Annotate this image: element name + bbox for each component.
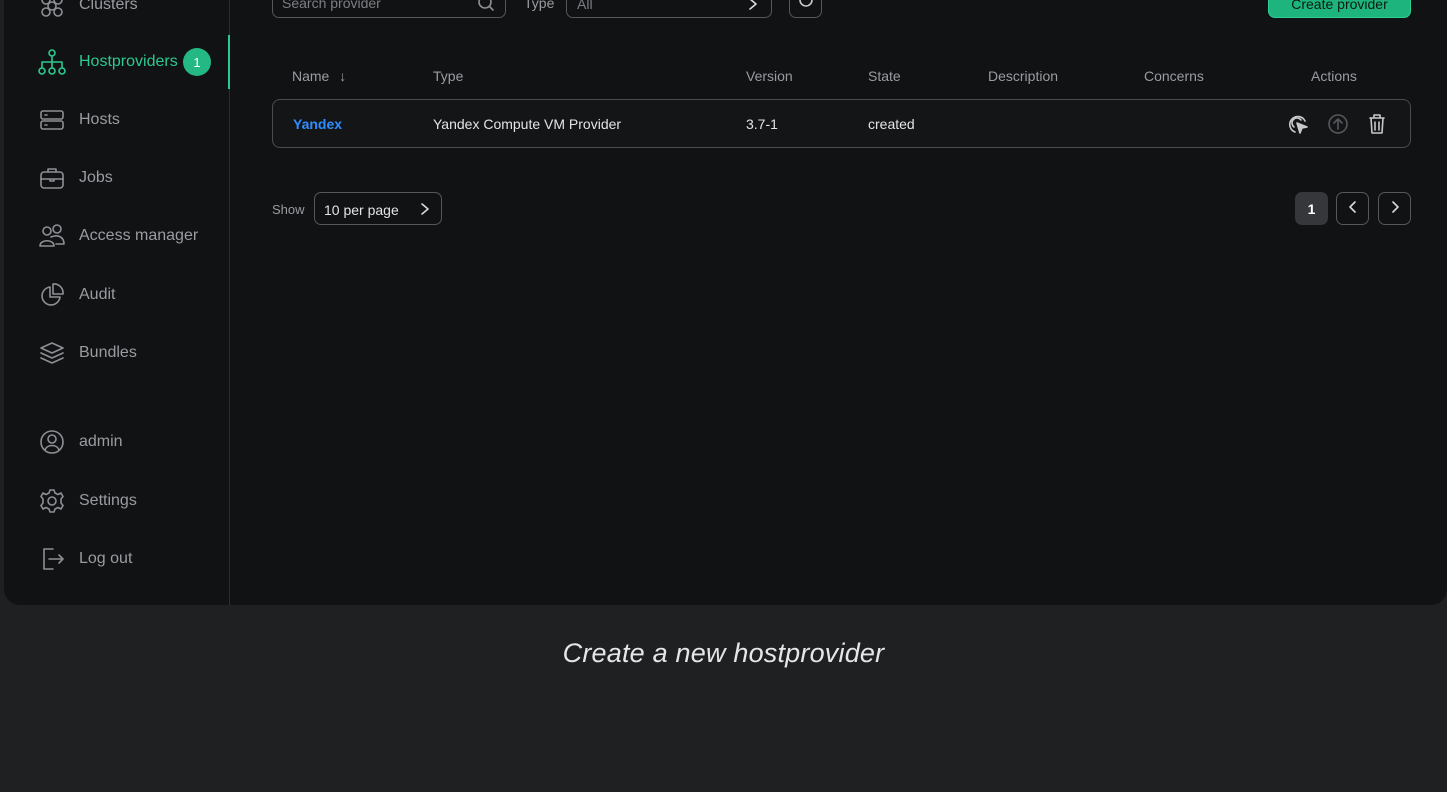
table-row: Yandex Yandex Compute VM Provider 3.7-1 …: [272, 99, 1411, 148]
chevron-right-icon: [1389, 200, 1401, 217]
prev-page-button[interactable]: [1336, 192, 1369, 225]
sidebar-item-label: Log out: [79, 550, 133, 567]
column-header-description: Description: [988, 68, 1059, 84]
sidebar-item-label: Clusters: [79, 0, 138, 13]
bundles-icon: [38, 339, 66, 367]
sidebar-item-bundles[interactable]: Bundles: [4, 326, 230, 380]
gear-icon: [38, 487, 66, 515]
upgrade-icon[interactable]: [1326, 112, 1350, 136]
create-provider-button[interactable]: Create provider: [1268, 0, 1411, 18]
provider-name-link[interactable]: Yandex: [293, 116, 342, 132]
caption-text: Create a new hostprovider: [562, 638, 885, 668]
column-header-state: State: [868, 68, 901, 84]
type-filter-value: All: [577, 0, 593, 12]
column-header-version: Version: [746, 68, 793, 84]
show-label: Show: [272, 202, 305, 217]
audit-icon: [38, 281, 66, 309]
refresh-icon: [797, 0, 815, 14]
type-filter-label: Type: [524, 0, 555, 11]
sidebar-item-jobs[interactable]: Jobs: [4, 151, 230, 205]
count-badge: 1: [183, 48, 211, 76]
column-header-name[interactable]: Name ↓: [292, 68, 346, 84]
sidebar-item-hosts[interactable]: Hosts: [4, 93, 230, 147]
column-header-type: Type: [433, 68, 464, 84]
sidebar-item-label: Jobs: [79, 169, 113, 186]
sidebar-item-hostproviders[interactable]: Hostproviders 1: [4, 35, 230, 89]
sidebar-item-label: Audit: [79, 286, 116, 303]
refresh-button[interactable]: [789, 0, 822, 18]
provider-type: Yandex Compute VM Provider: [433, 116, 622, 132]
sidebar-item-admin[interactable]: admin: [4, 415, 230, 469]
sidebar-item-label: Access manager: [79, 227, 199, 244]
per-page-select[interactable]: 10 per page: [314, 192, 442, 225]
access-manager-icon: [38, 222, 66, 250]
delete-icon[interactable]: [1365, 112, 1389, 136]
per-page-value: 10 per page: [324, 202, 399, 218]
chevron-right-icon: [747, 0, 759, 16]
sidebar-item-audit[interactable]: Audit: [4, 268, 230, 322]
clusters-icon: [38, 0, 66, 19]
search-icon[interactable]: [477, 0, 495, 17]
sidebar-item-label: Settings: [79, 492, 137, 509]
provider-version: 3.7-1: [746, 116, 778, 132]
provider-state: created: [868, 116, 915, 132]
column-header-concerns: Concerns: [1144, 68, 1204, 84]
hostproviders-icon: [38, 48, 66, 76]
next-page-button[interactable]: [1378, 192, 1411, 225]
sidebar-item-logout[interactable]: Log out: [4, 532, 230, 586]
page-button-current[interactable]: 1: [1295, 192, 1328, 225]
sidebar-item-label: Hostproviders: [79, 53, 178, 70]
search-field[interactable]: [272, 0, 506, 18]
sort-desc-icon: ↓: [339, 68, 347, 84]
search-input[interactable]: [282, 0, 472, 17]
sidebar-item-clusters[interactable]: Clusters: [4, 0, 230, 32]
hosts-icon: [38, 106, 66, 134]
chevron-left-icon: [1347, 200, 1359, 217]
column-header-actions: Actions: [1311, 68, 1357, 84]
type-filter-select[interactable]: All: [566, 0, 772, 18]
sidebar-item-label: Bundles: [79, 344, 137, 361]
sidebar-item-label: Hosts: [79, 111, 120, 128]
user-icon: [38, 428, 66, 456]
sidebar-item-settings[interactable]: Settings: [4, 474, 230, 528]
run-action-icon[interactable]: [1286, 112, 1310, 136]
logout-icon: [38, 545, 66, 573]
chevron-right-icon: [419, 202, 431, 221]
sidebar-item-label: admin: [79, 433, 123, 450]
sidebar: Clusters Hostproviders 1 Hosts Jobs Acce…: [4, 0, 230, 605]
app-window: Clusters Hostproviders 1 Hosts Jobs Acce…: [4, 0, 1447, 605]
jobs-icon: [38, 164, 66, 192]
sidebar-item-access-manager[interactable]: Access manager: [4, 209, 230, 263]
